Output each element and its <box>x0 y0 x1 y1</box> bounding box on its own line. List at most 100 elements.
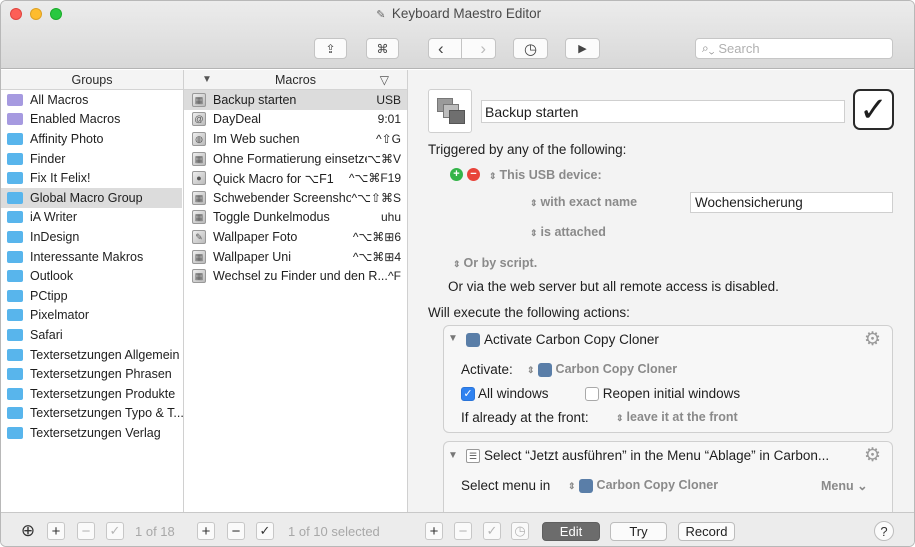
front-behavior-popup[interactable]: ⇕ leave it at the front <box>616 410 738 424</box>
group-item[interactable]: Fix It Felix! <box>1 168 182 188</box>
group-label: Textersetzungen Allgemein <box>30 347 180 362</box>
all-windows-checkbox[interactable]: ✓ All windows <box>461 386 549 402</box>
action-title: Activate Carbon Copy Cloner <box>466 332 659 348</box>
group-item[interactable]: InDesign <box>1 227 182 247</box>
macro-item[interactable]: ▦ Toggle Dunkelmodus uhu <box>184 208 407 228</box>
group-item[interactable]: Affinity Photo <box>1 129 182 149</box>
command-button[interactable]: ⌘ <box>366 38 399 59</box>
group-item[interactable]: Interessante Makros <box>1 247 182 267</box>
remove-macro-button[interactable]: − <box>227 522 245 540</box>
sort-triangle-icon[interactable]: ▼ <box>202 70 212 90</box>
enable-macro-button[interactable]: ✓ <box>256 522 274 540</box>
macro-item[interactable]: ▦ Schwebender Screenshot ^⌥⇧⌘S <box>184 188 407 208</box>
group-item[interactable]: Pixelmator <box>1 306 182 326</box>
group-label: All Macros <box>30 92 89 107</box>
disclosure-triangle-icon[interactable]: ▼ <box>448 450 458 461</box>
filter-icon[interactable]: ▽ <box>380 70 389 90</box>
search-field[interactable]: ⌕⌄ Search <box>695 38 893 59</box>
macro-icon-well[interactable] <box>428 89 472 133</box>
clock-icon[interactable]: ◷ <box>511 522 529 540</box>
group-item[interactable]: Textersetzungen Produkte <box>1 384 182 404</box>
carbon-copy-cloner-icon <box>578 478 593 493</box>
macro-trigger: ⌥⌘V <box>367 151 401 166</box>
groups-header[interactable]: Groups <box>1 70 183 90</box>
macro-item[interactable]: @ DayDeal 9:01 <box>184 110 407 130</box>
smart-group-icon <box>7 113 23 126</box>
front-label: If already at the front: <box>461 410 589 425</box>
group-item[interactable]: Global Macro Group <box>1 188 182 208</box>
macro-enabled-checkbox[interactable]: ✓ <box>853 89 894 130</box>
menu-dropdown[interactable]: Menu ⌄ <box>821 478 868 493</box>
group-item[interactable]: Safari <box>1 325 182 345</box>
try-button[interactable]: Try <box>610 522 667 541</box>
forward-button[interactable]: › <box>480 39 486 59</box>
macro-item[interactable]: ▦ Wallpaper Uni ^⌥⌘⊞4 <box>184 247 407 267</box>
macro-item[interactable]: ◍ Im Web suchen ^⇧G <box>184 129 407 149</box>
name-match-popup[interactable]: ⇕ with exact name <box>530 195 637 209</box>
share-button[interactable]: ⇪ <box>314 38 347 59</box>
group-item[interactable]: Outlook <box>1 266 182 286</box>
group-item[interactable]: Enabled Macros <box>1 110 182 130</box>
group-settings-icon[interactable]: ⊕ <box>18 521 38 540</box>
macro-trigger: ^⌥⌘⊞6 <box>352 229 401 244</box>
enable-group-button[interactable]: ✓ <box>106 522 124 540</box>
group-item[interactable]: Textersetzungen Typo & T... <box>1 404 184 424</box>
macro-name-field[interactable]: Backup starten <box>481 100 845 123</box>
remove-group-button[interactable]: − <box>77 522 95 540</box>
group-item[interactable]: All Macros <box>1 90 182 110</box>
gear-icon[interactable]: ⚙ <box>864 444 881 467</box>
macros-header[interactable]: ▼ Macros ▽ <box>184 70 407 90</box>
macro-item[interactable]: ✎ Wallpaper Foto ^⌥⌘⊞6 <box>184 227 407 247</box>
folder-icon <box>7 132 23 145</box>
attached-popup[interactable]: ⇕ is attached <box>530 225 606 239</box>
gear-icon[interactable]: ⚙ <box>864 328 881 351</box>
macro-icon: ▦ <box>192 151 206 166</box>
macro-name: Wallpaper Foto <box>213 229 298 244</box>
smart-group-icon <box>7 93 23 106</box>
disclosure-triangle-icon[interactable]: ▼ <box>448 333 458 344</box>
macro-trigger: ^⇧G <box>375 131 401 146</box>
add-group-button[interactable]: + <box>47 522 65 540</box>
folder-icon <box>7 309 23 322</box>
group-item[interactable]: Textersetzungen Allgemein <box>1 345 182 365</box>
macro-icon: ◍ <box>192 131 206 146</box>
menu-application-popup[interactable]: ⇕ Carbon Copy Cloner <box>568 478 718 493</box>
add-macro-button[interactable]: + <box>197 522 215 540</box>
remove-action-button[interactable]: − <box>454 522 472 540</box>
edit-button[interactable]: Edit <box>542 522 600 541</box>
reopen-windows-checkbox[interactable]: Reopen initial windows <box>585 386 740 402</box>
macro-icon: @ <box>192 112 206 127</box>
history-button[interactable]: ◷ <box>513 38 548 59</box>
or-by-script-popup[interactable]: ⇕ Or by script. <box>453 256 537 270</box>
group-item[interactable]: iA Writer <box>1 208 182 228</box>
bottom-bar: ⊕ + − ✓ 1 of 18 + − ✓ 1 of 10 selected +… <box>1 512 914 546</box>
group-label: Textersetzungen Verlag <box>30 425 161 440</box>
device-name-field[interactable]: Wochensicherung <box>690 192 893 213</box>
macro-item[interactable]: ▦ Backup starten USB <box>184 90 407 110</box>
add-action-button[interactable]: + <box>425 522 443 540</box>
group-item[interactable]: PCtipp <box>1 286 182 306</box>
macro-item[interactable]: ▦ Wechsel zu Finder und den R... ^F <box>184 266 407 286</box>
group-item[interactable]: Finder <box>1 149 182 169</box>
group-item[interactable]: Textersetzungen Verlag <box>1 423 182 443</box>
folder-icon <box>7 191 23 204</box>
macro-icon: ✎ <box>192 229 206 244</box>
add-trigger-icon[interactable]: + <box>450 168 463 181</box>
back-button[interactable]: ‹ <box>438 39 444 59</box>
run-button[interactable]: ▶ <box>565 38 600 59</box>
group-label: Global Macro Group <box>30 190 143 205</box>
action-select-menu[interactable]: ▼ ☰ Select “Jetzt ausführen” in the Menu … <box>443 441 893 521</box>
application-popup[interactable]: ⇕ Carbon Copy Cloner <box>527 362 677 377</box>
macro-item[interactable]: ▦ Ohne Formatierung einsetzen ⌥⌘V <box>184 149 407 169</box>
enable-action-button[interactable]: ✓ <box>483 522 501 540</box>
group-item[interactable]: Textersetzungen Phrasen <box>1 364 182 384</box>
macro-item[interactable]: ● Quick Macro for ⌥F1 ^⌥⌘F19 <box>184 168 407 188</box>
usb-trigger-popup[interactable]: ⇕ This USB device: <box>489 168 602 182</box>
folder-icon <box>7 407 23 420</box>
action-activate-app[interactable]: ▼ Activate Carbon Copy Cloner ⚙ Activate… <box>443 325 893 433</box>
macro-trigger: ^F <box>388 269 401 284</box>
help-button[interactable]: ? <box>874 521 894 541</box>
record-button[interactable]: Record <box>678 522 735 541</box>
remove-trigger-icon[interactable]: − <box>467 168 480 181</box>
folder-icon <box>7 152 23 165</box>
